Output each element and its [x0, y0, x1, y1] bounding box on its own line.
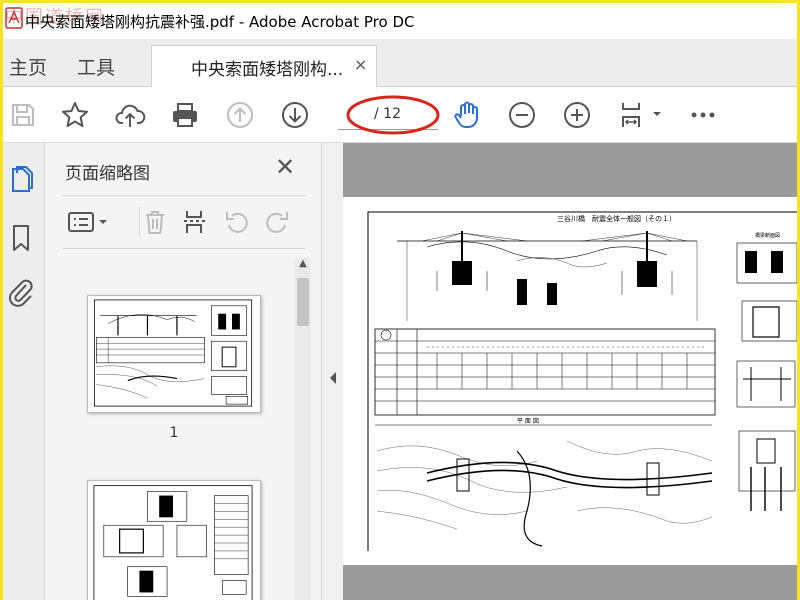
scrollbar-thumb[interactable]	[297, 278, 309, 326]
engineering-drawing: 三谷川橋 耐震全体一般図（その１） 橋梁断面図 平 面 図	[367, 211, 797, 551]
navigation-rail	[3, 143, 45, 600]
panel-close-icon[interactable]: ✕	[275, 153, 295, 181]
tab-document-label: 中央索面矮塔刚构...	[191, 60, 344, 80]
tab-home[interactable]: 主页	[9, 53, 47, 80]
page-thumbnails-panel: 页面缩略图 ✕ 1 ▲	[45, 143, 321, 600]
rotate-ccw-icon[interactable]	[223, 208, 251, 236]
delete-icon[interactable]	[141, 208, 169, 236]
rotate-cw-icon[interactable]	[263, 208, 291, 236]
fit-page-icon[interactable]	[617, 99, 663, 131]
thumbnail-page-number: 1	[169, 425, 179, 441]
hand-icon[interactable]	[451, 99, 483, 131]
drawing-title: 三谷川橋 耐震全体一般図（その１）	[557, 214, 676, 223]
panel-title: 页面缩略图	[65, 164, 150, 184]
zoom-out-icon[interactable]	[506, 99, 538, 131]
zoom-in-icon[interactable]	[561, 99, 593, 131]
attachment-icon[interactable]	[7, 277, 35, 307]
document-view[interactable]: 三谷川橋 耐震全体一般図（その１） 橋梁断面図 平 面 図	[343, 143, 797, 600]
panel-divider	[63, 195, 305, 196]
tab-bar: 主页 工具 中央索面矮塔刚构... ×	[3, 39, 797, 88]
options-menu-icon[interactable]	[67, 208, 111, 236]
more-icon[interactable]	[687, 99, 719, 131]
page-thumbnail[interactable]	[87, 295, 261, 413]
title-bar: 中国道桥网 中央索面矮塔刚构抗震补强.pdf - Adobe Acrobat P…	[3, 3, 797, 39]
right-section-label: 橋梁断面図	[755, 232, 780, 239]
panel-splitter[interactable]	[321, 143, 343, 600]
scroll-up-arrow-icon[interactable]: ▲	[295, 258, 311, 272]
plan-view-label: 平 面 図	[517, 418, 539, 425]
star-icon[interactable]	[59, 99, 91, 131]
print-icon[interactable]	[169, 99, 201, 131]
upload-icon[interactable]	[114, 99, 146, 131]
save-icon[interactable]	[7, 99, 39, 131]
page-thumbnails-icon[interactable]	[8, 165, 36, 195]
window-title: 中央索面矮塔刚构抗震补强.pdf - Adobe Acrobat Pro DC	[25, 13, 415, 31]
tab-close-icon[interactable]: ×	[354, 55, 367, 74]
bookmark-icon[interactable]	[9, 223, 33, 253]
next-page-icon[interactable]	[279, 99, 311, 131]
page-thumbnail[interactable]	[87, 480, 261, 600]
prev-page-icon[interactable]	[224, 99, 256, 131]
toolbar-divider	[139, 207, 140, 237]
tab-document[interactable]: 中央索面矮塔刚构... ×	[151, 45, 377, 88]
main-toolbar: / 12	[3, 87, 797, 143]
tab-tools[interactable]: 工具	[77, 53, 115, 80]
pdf-page: 三谷川橋 耐震全体一般図（その１） 橋梁断面図 平 面 図	[343, 197, 797, 565]
insert-page-icon[interactable]	[181, 208, 209, 236]
collapse-panel-icon[interactable]	[328, 371, 338, 385]
highlight-ellipse	[346, 95, 440, 135]
thumbnail-scrollbar[interactable]: ▲	[295, 258, 311, 600]
panel-toolbar	[63, 199, 305, 249]
